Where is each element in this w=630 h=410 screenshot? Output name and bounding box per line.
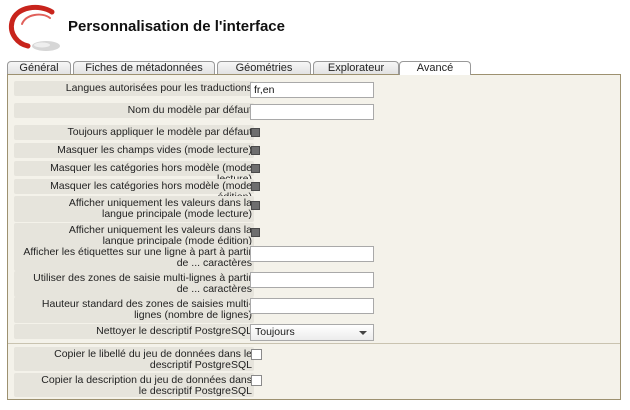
- nettoyer-label: Nettoyer le descriptif PostgreSQL: [96, 325, 252, 337]
- modele-input[interactable]: [250, 104, 374, 120]
- langues-label: Langues autorisées pour les traductions: [65, 82, 252, 94]
- multilignes-input[interactable]: [250, 272, 374, 288]
- tab-general[interactable]: Général: [7, 61, 71, 74]
- tab-explorateur[interactable]: Explorateur: [313, 61, 399, 74]
- masquer-cat-edition-checkbox[interactable]: [251, 182, 260, 191]
- copier-description-checkbox[interactable]: [251, 375, 262, 386]
- etiquettes-input[interactable]: [250, 246, 374, 262]
- nettoyer-select[interactable]: Toujours: [250, 324, 374, 341]
- multilignes-label: Utiliser des zones de saisie multi-ligne…: [33, 272, 252, 295]
- masquer-cat-lecture-checkbox[interactable]: [251, 164, 260, 173]
- langues-input[interactable]: [250, 82, 374, 98]
- page-title: Personnalisation de l'interface: [68, 18, 285, 35]
- langue-edition-label: Afficher uniquement les valeurs dans la …: [68, 224, 252, 247]
- copier-description-label: Copier la description du jeu de données …: [41, 374, 252, 397]
- langue-edition-checkbox[interactable]: [251, 228, 260, 237]
- langue-lecture-checkbox[interactable]: [251, 201, 260, 210]
- divider: [8, 343, 620, 344]
- copier-libelle-label: Copier le libellé du jeu de données dans…: [54, 348, 252, 371]
- etiquettes-label: Afficher les étiquettes sur une ligne à …: [23, 246, 252, 269]
- masquer-vides-label: Masquer les champs vides (mode lecture): [57, 144, 252, 156]
- tab-avance[interactable]: Avancé: [399, 61, 471, 75]
- toujours-modele-checkbox[interactable]: [251, 128, 260, 137]
- settings-panel: Langues autorisées pour les traductions …: [7, 74, 621, 400]
- masquer-vides-checkbox[interactable]: [251, 146, 260, 155]
- nettoyer-selected-value: Toujours: [255, 326, 295, 338]
- chevron-down-icon: [359, 331, 367, 335]
- copier-libelle-checkbox[interactable]: [251, 349, 262, 360]
- langue-lecture-label: Afficher uniquement les valeurs dans la …: [68, 197, 252, 220]
- tab-fiches-metadonnees[interactable]: Fiches de métadonnées: [73, 61, 215, 74]
- hauteur-input[interactable]: [250, 298, 374, 314]
- tab-geometries[interactable]: Géométries: [217, 61, 311, 74]
- hauteur-label: Hauteur standard des zones de saisies mu…: [41, 298, 252, 321]
- toujours-modele-label: Toujours appliquer le modèle par défaut: [67, 126, 252, 138]
- modele-label: Nom du modèle par défaut: [127, 104, 252, 116]
- app-logo: [8, 4, 60, 51]
